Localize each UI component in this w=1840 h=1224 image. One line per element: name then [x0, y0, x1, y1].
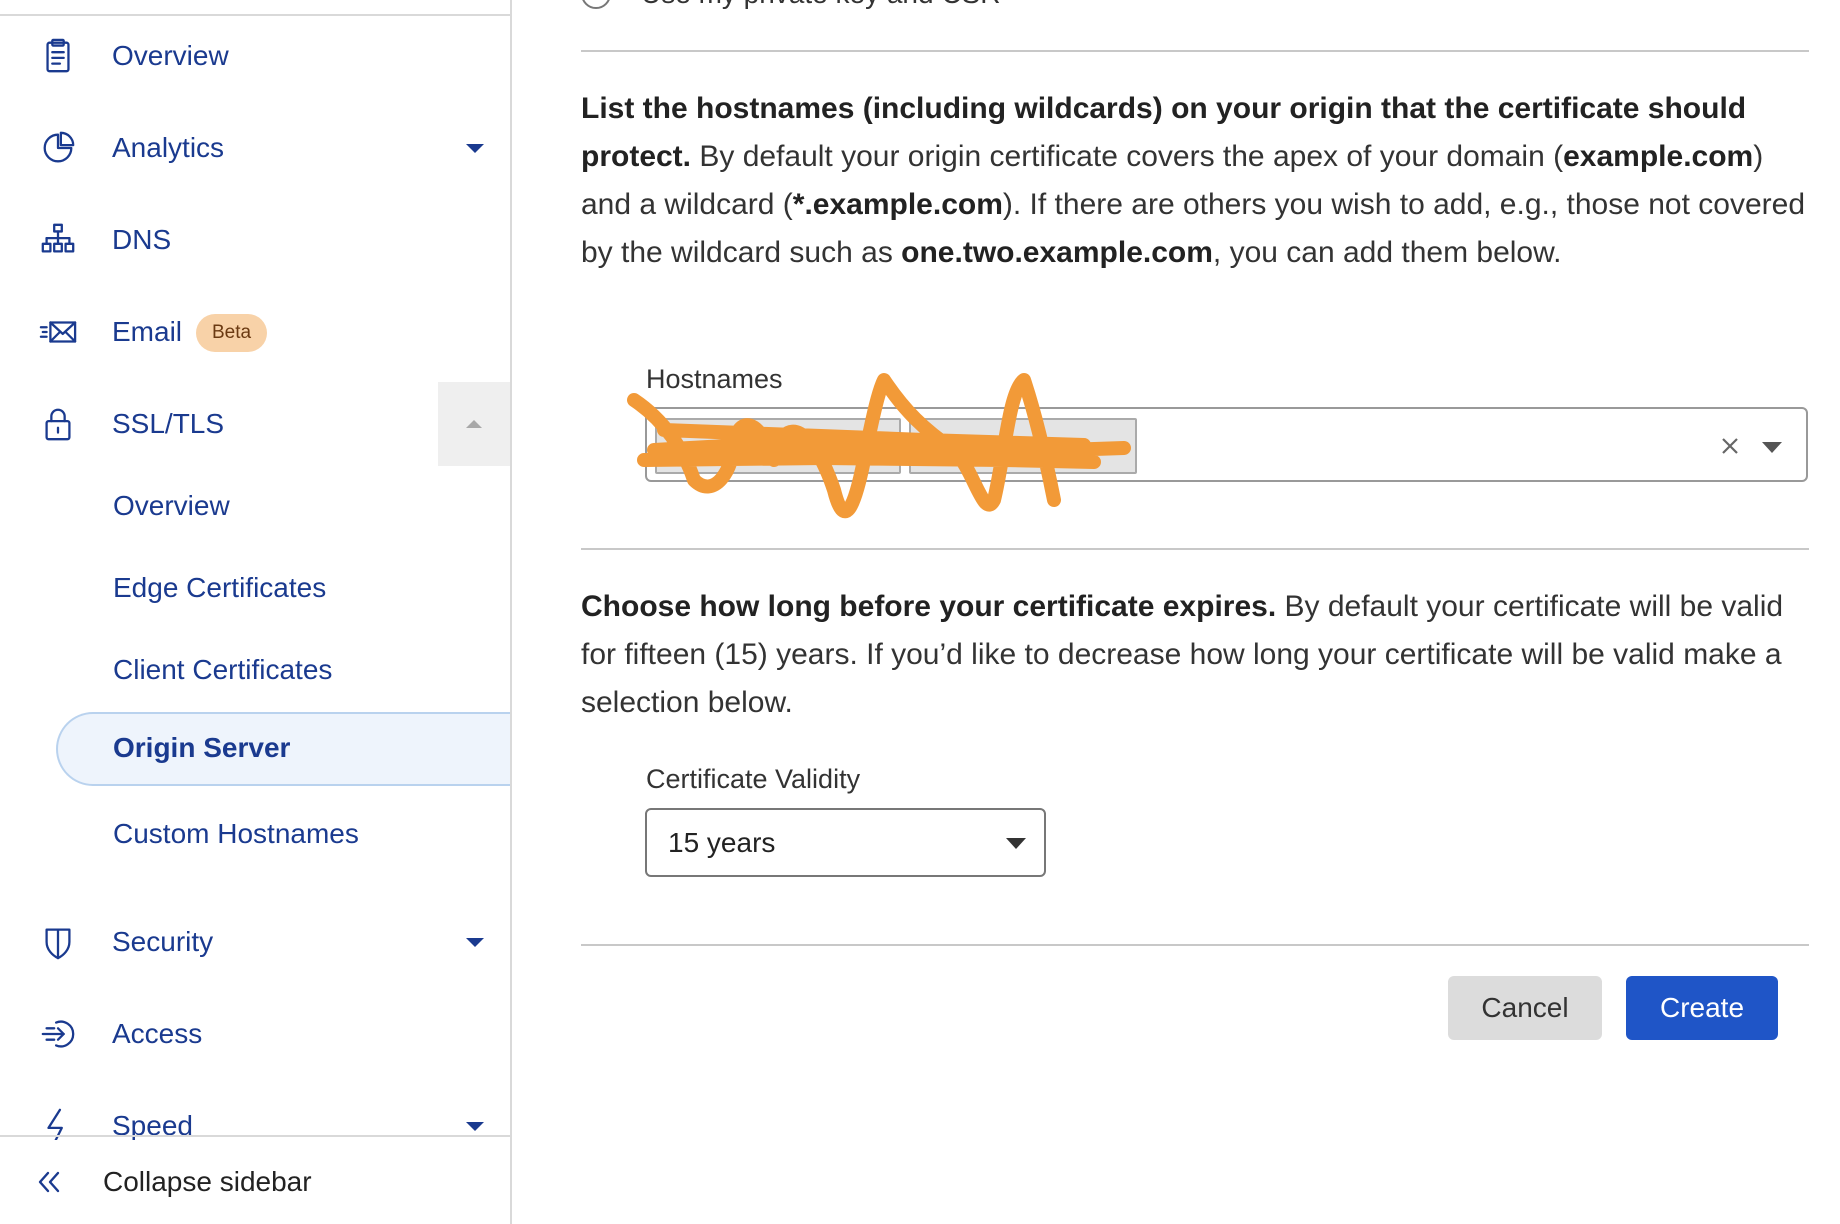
sidebar-item-label: Security — [112, 926, 214, 957]
certificate-validity-label: Certificate Validity — [646, 764, 861, 794]
chevron-down-icon[interactable] — [463, 136, 487, 160]
example-subdomain: one.two.example.com — [901, 236, 1213, 269]
main-content: Use my private key and CSR List the host… — [514, 0, 1840, 1224]
clipboard-icon — [38, 36, 78, 76]
certificate-validity-select[interactable]: 15 years — [645, 808, 1046, 877]
validity-heading: Choose how long before your certificate … — [581, 590, 1277, 623]
beta-badge: Beta — [196, 314, 268, 352]
validity-description: Choose how long before your certificate … — [581, 583, 1811, 727]
example-apex: example.com — [1563, 140, 1754, 173]
selected-value: 15 years — [668, 826, 776, 858]
collapse-sidebar-label: Collapse sidebar — [103, 1166, 312, 1197]
subnav-item-client-certificates[interactable]: Client Certificates — [113, 654, 332, 686]
subnav-item-custom-hostnames[interactable]: Custom Hostnames — [113, 818, 359, 850]
chevron-up-icon — [466, 420, 482, 428]
collapse-sidebar-button[interactable]: Collapse sidebar — [0, 1140, 510, 1224]
hostnames-label: Hostnames — [646, 364, 783, 394]
sidebar-item-label: Email — [112, 316, 183, 347]
hostnames-text: , you can add them below. — [1212, 236, 1562, 269]
hostname-chip[interactable] — [909, 418, 1137, 474]
sidebar-item-label: Access — [112, 1018, 203, 1049]
network-tree-icon — [38, 220, 78, 260]
chevron-down-icon — [1006, 838, 1026, 849]
sidebar-item-overview[interactable]: Overview — [0, 16, 510, 96]
sidebar-item-access[interactable]: Access — [0, 994, 510, 1074]
radio-label: Use my private key and CSR — [641, 0, 1000, 10]
sidebar-item-analytics[interactable]: Analytics — [0, 108, 510, 188]
divider — [581, 944, 1809, 946]
cancel-button[interactable]: Cancel — [1448, 976, 1602, 1040]
sidebar: Overview Analytics DNS Email Beta SSL/TL… — [0, 0, 512, 1224]
divider — [581, 548, 1809, 550]
clear-icon[interactable] — [1715, 431, 1745, 461]
ssl-collapse-toggle[interactable] — [438, 382, 510, 466]
subnav-item-overview[interactable]: Overview — [113, 490, 230, 522]
create-button[interactable]: Create — [1626, 976, 1778, 1040]
sidebar-item-dns[interactable]: DNS — [0, 200, 510, 280]
sidebar-item-security[interactable]: Security — [0, 902, 510, 982]
chevron-down-icon[interactable] — [1757, 437, 1787, 457]
sidebar-item-ssl-tls[interactable]: SSL/TLS — [0, 384, 510, 464]
hostnames-description: List the hostnames (including wildcards)… — [581, 85, 1811, 277]
sidebar-bottom-divider — [0, 1135, 510, 1137]
subnav-item-edge-certificates[interactable]: Edge Certificates — [113, 572, 326, 604]
hostname-chip[interactable] — [655, 418, 901, 474]
private-key-csr-option[interactable]: Use my private key and CSR — [581, 0, 1000, 10]
radio-button[interactable] — [581, 0, 611, 9]
double-chevron-left-icon — [34, 1167, 64, 1197]
lock-icon — [38, 404, 78, 444]
subnav-item-origin-server-label[interactable]: Origin Server — [113, 732, 290, 764]
email-icon — [38, 312, 78, 352]
chevron-down-icon[interactable] — [463, 930, 487, 954]
sidebar-item-label: Overview — [112, 40, 229, 71]
sidebar-item-label: SSL/TLS — [112, 408, 225, 439]
sidebar-item-label: Analytics — [112, 132, 225, 163]
example-wildcard: *.example.com — [792, 188, 1003, 221]
hostnames-input[interactable] — [645, 407, 1808, 482]
divider — [581, 50, 1809, 52]
sidebar-item-label: DNS — [112, 224, 172, 255]
shield-icon — [38, 922, 78, 962]
access-arrow-icon — [38, 1014, 78, 1054]
hostnames-text: By default your origin certificate cover… — [691, 140, 1564, 173]
sidebar-item-label: Speed — [112, 1110, 193, 1141]
pie-chart-icon — [38, 128, 78, 168]
